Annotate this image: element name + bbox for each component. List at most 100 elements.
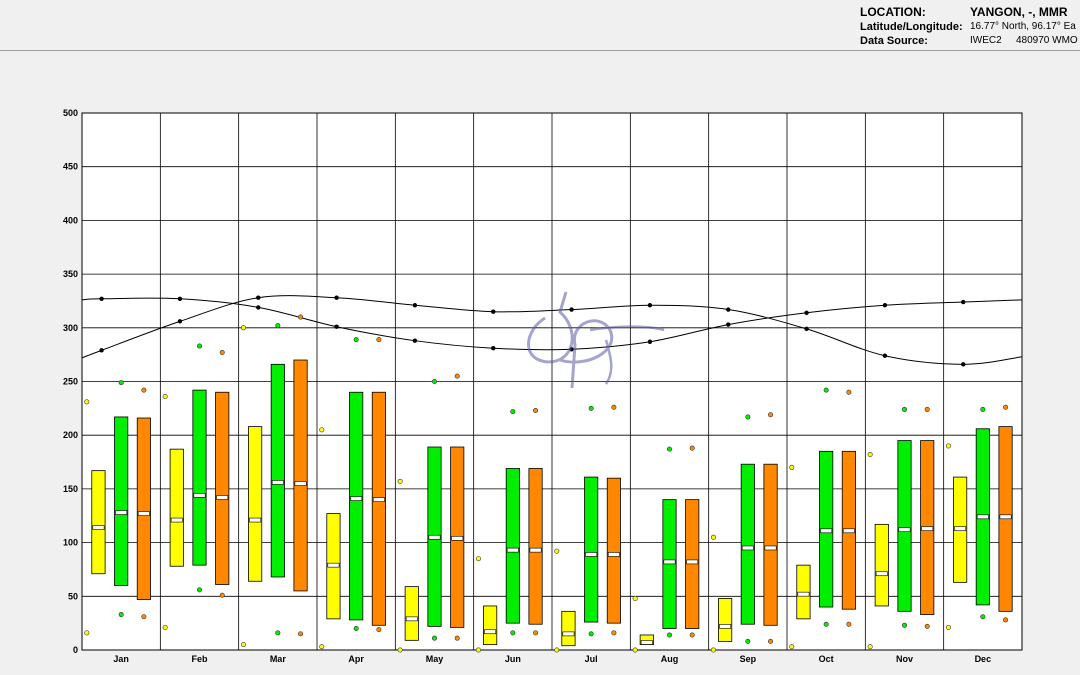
high-outlier-dot: [319, 427, 325, 433]
curve-point: [882, 353, 888, 358]
curve-point: [177, 319, 183, 324]
curve-point: [961, 362, 966, 367]
y-tick-label: 200: [63, 430, 78, 440]
curve-point: [882, 303, 888, 308]
low-outlier-dot: [945, 624, 951, 630]
box-bar: [584, 476, 599, 623]
box-bar: [718, 598, 733, 642]
mean-marker: [350, 496, 363, 501]
high-outlier-dot: [945, 443, 951, 449]
high-outlier-dot: [353, 337, 359, 343]
low-outlier-dot: [454, 635, 460, 641]
high-outlier-dot: [611, 404, 617, 410]
box-bar: [561, 610, 576, 647]
mean-marker: [797, 591, 810, 597]
x-tick-label: Mar: [270, 654, 287, 664]
mean-marker: [372, 497, 385, 502]
mean-marker: [820, 528, 833, 534]
low-outlier-dot: [823, 621, 829, 627]
high-outlier-dot: [510, 409, 516, 415]
y-tick-label: 500: [63, 108, 78, 118]
low-outlier-dot: [533, 630, 539, 636]
mean-marker: [405, 616, 418, 622]
y-tick-label: 50: [68, 591, 78, 601]
high-outlier-dot: [162, 394, 168, 400]
box-bar: [114, 416, 129, 586]
low-outlier-dot: [298, 631, 304, 637]
mean-marker: [137, 511, 150, 516]
high-outlier-dot: [533, 407, 539, 413]
high-outlier-dot: [197, 343, 203, 349]
y-tick-label: 400: [63, 215, 78, 225]
mean-marker: [529, 547, 542, 553]
curve-point: [99, 348, 104, 353]
mean-marker: [271, 480, 284, 485]
y-tick-label: 450: [63, 162, 78, 172]
curve-point: [177, 296, 183, 302]
high-outlier-dot: [710, 534, 716, 540]
high-outlier-dot: [376, 337, 382, 343]
low-outlier-dot: [980, 614, 986, 620]
high-outlier-dot: [397, 478, 403, 484]
low-outlier-dot: [846, 621, 852, 627]
mean-marker: [506, 547, 519, 553]
x-tick-label: Jan: [113, 654, 129, 664]
low-outlier-dot: [1003, 617, 1009, 623]
box-bar: [215, 391, 230, 585]
low-outlier-dot: [376, 627, 382, 633]
mean-marker: [764, 545, 777, 551]
curve-point: [99, 296, 104, 302]
low-outlier-dot: [84, 630, 90, 636]
high-outlier-dot: [431, 378, 437, 384]
curve-point: [726, 307, 731, 312]
low-outlier-dot: [118, 612, 124, 618]
box-bar: [874, 523, 889, 607]
box-bar: [349, 391, 364, 621]
box-bar: [505, 468, 520, 624]
low-outlier-dot: [510, 630, 516, 636]
box-bar: [404, 586, 419, 641]
curve-point: [647, 339, 653, 344]
y-tick-label: 250: [63, 377, 78, 387]
low-outlier-dot: [632, 647, 638, 653]
high-outlier-dot: [901, 406, 907, 412]
x-tick-label: Nov: [896, 654, 913, 664]
curve-point: [412, 338, 418, 343]
high-outlier-dot: [240, 325, 246, 331]
low-outlier-dot: [353, 626, 359, 632]
mean-marker: [327, 562, 340, 568]
mean-marker: [686, 559, 699, 565]
x-tick-label: Jul: [585, 654, 598, 664]
mean-marker: [640, 640, 653, 645]
box-bar: [528, 468, 543, 625]
low-outlier-dot: [710, 647, 716, 653]
high-outlier-dot: [689, 445, 695, 451]
curve-point: [491, 346, 496, 351]
x-tick-label: Feb: [191, 654, 208, 664]
high-outlier-dot: [219, 350, 225, 356]
low-outlier-dot: [141, 614, 147, 620]
mean-marker: [585, 552, 598, 557]
curve-point: [804, 310, 809, 315]
high-outlier-dot: [275, 323, 281, 329]
box-bar: [270, 363, 285, 578]
mean-marker: [999, 514, 1012, 520]
high-outlier-dot: [84, 399, 90, 405]
box-bar: [192, 389, 207, 566]
mean-marker: [249, 517, 262, 523]
high-outlier-dot: [554, 548, 560, 554]
y-tick-label: 0: [73, 645, 78, 655]
low-outlier-dot: [867, 644, 873, 650]
x-tick-label: Apr: [348, 654, 364, 664]
y-tick-label: 350: [63, 269, 78, 279]
high-outlier-dot: [846, 389, 852, 395]
curve-point: [726, 322, 731, 327]
low-outlier-dot: [768, 638, 774, 644]
high-outlier-dot: [789, 464, 795, 470]
high-outlier-dot: [588, 405, 594, 411]
box-bar: [740, 463, 755, 625]
mean-marker: [842, 528, 855, 534]
mean-marker: [428, 534, 441, 540]
mean-marker: [193, 493, 206, 498]
high-outlier-dot: [475, 556, 481, 562]
